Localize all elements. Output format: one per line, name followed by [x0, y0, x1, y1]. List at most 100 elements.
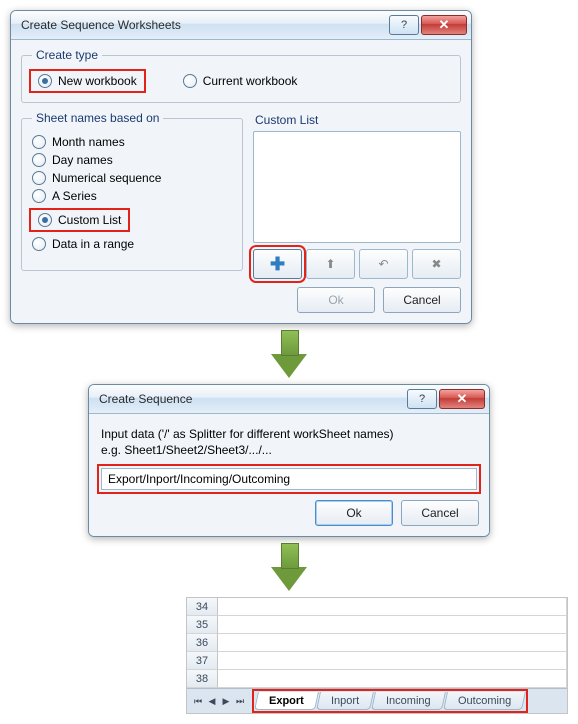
undo-icon: ↶ — [378, 257, 388, 271]
sheet-tab-label: Incoming — [386, 695, 431, 707]
spreadsheet-row: 35 — [187, 616, 567, 634]
radio-dot — [32, 135, 46, 149]
nav-last-button[interactable]: ⏭ — [233, 694, 247, 708]
sheet-tab-label: Export — [269, 695, 304, 707]
radio-current-workbook[interactable]: Current workbook — [183, 72, 298, 90]
instruction-text: Input data ('/' as Splitter for differen… — [101, 426, 477, 458]
nav-next-button[interactable]: ▶ — [219, 694, 233, 708]
delete-button[interactable]: ✖ — [412, 249, 461, 279]
radio-label: A Series — [52, 189, 97, 203]
sequence-input[interactable] — [101, 468, 477, 490]
radio-numerical-sequence[interactable]: Numerical sequence — [32, 171, 232, 185]
radio-label: Month names — [52, 135, 125, 149]
radio-dot — [32, 153, 46, 167]
sheet-tab[interactable]: Incoming — [371, 692, 445, 710]
sheet-tabs-highlight: Export Inport Incoming Outcoming — [254, 691, 526, 711]
ok-button[interactable]: Ok — [297, 287, 375, 313]
radio-day-names[interactable]: Day names — [32, 153, 232, 167]
nav-prev-button[interactable]: ◀ — [205, 694, 219, 708]
radio-dot — [32, 171, 46, 185]
titlebar[interactable]: Create Sequence Worksheets ? ✕ — [11, 11, 471, 40]
sheet-nav-buttons: ⏮ ◀ ▶ ⏭ — [191, 694, 247, 708]
radio-label: Custom List — [58, 213, 121, 227]
cell[interactable] — [218, 598, 567, 616]
spreadsheet-row: 38 — [187, 670, 567, 688]
button-label: Ok — [328, 293, 343, 307]
move-up-button[interactable]: ⬆ — [306, 249, 355, 279]
dialog-title: Create Sequence Worksheets — [21, 18, 387, 32]
radio-data-in-range[interactable]: Data in a range — [32, 237, 232, 251]
create-sequence-dialog: Create Sequence ? ✕ Input data ('/' as S… — [88, 384, 490, 537]
radio-dot — [32, 189, 46, 203]
button-label: Ok — [346, 506, 361, 520]
spreadsheet-rows: 3435363738 — [187, 598, 567, 688]
custom-list-legend: Custom List — [255, 113, 461, 127]
close-icon: ✕ — [439, 17, 450, 33]
spreadsheet-view: 3435363738 ⏮ ◀ ▶ ⏭ Export Inport Incoming O… — [186, 597, 568, 714]
radio-label: Data in a range — [52, 237, 134, 251]
instruction-line-2: e.g. Sheet1/Sheet2/Sheet3/.../... — [101, 443, 272, 457]
row-number[interactable]: 38 — [187, 670, 218, 688]
row-number[interactable]: 37 — [187, 652, 218, 670]
row-number[interactable]: 34 — [187, 598, 218, 616]
row-number[interactable]: 35 — [187, 616, 218, 634]
arrow-down-icon — [271, 354, 307, 378]
button-label: Cancel — [403, 293, 440, 307]
cancel-button[interactable]: Cancel — [383, 287, 461, 313]
sheet-tab-label: Outcoming — [458, 695, 511, 707]
radio-dot — [32, 237, 46, 251]
dialog-footer: Ok Cancel — [99, 500, 479, 526]
create-sequence-worksheets-dialog: Create Sequence Worksheets ? ✕ Create ty… — [10, 10, 472, 324]
radio-label: Day names — [52, 153, 113, 167]
cell[interactable] — [218, 616, 567, 634]
sheet-tab[interactable]: Outcoming — [443, 692, 526, 710]
undo-button[interactable]: ↶ — [359, 249, 408, 279]
flow-arrow-1 — [10, 330, 568, 378]
cancel-button[interactable]: Cancel — [401, 500, 479, 526]
button-label: Cancel — [421, 506, 458, 520]
close-button[interactable]: ✕ — [439, 389, 485, 409]
titlebar[interactable]: Create Sequence ? ✕ — [89, 385, 489, 414]
sheet-tab-strip: ⏮ ◀ ▶ ⏭ Export Inport Incoming Outcoming — [187, 688, 567, 713]
help-button[interactable]: ? — [389, 15, 419, 35]
radio-label: New workbook — [58, 74, 137, 88]
cell[interactable] — [218, 652, 567, 670]
radio-dot — [183, 74, 197, 88]
sheet-names-group: Sheet names based on Month names Day nam… — [21, 111, 243, 271]
spreadsheet-row: 34 — [187, 598, 567, 616]
add-button[interactable]: ✚ — [253, 249, 302, 279]
custom-list-panel: Custom List ✚ ⬆ ↶ ✖ — [253, 111, 461, 279]
spreadsheet-row: 37 — [187, 652, 567, 670]
radio-a-series[interactable]: A Series — [32, 189, 232, 203]
dialog-footer: Ok Cancel — [21, 287, 461, 313]
radio-label: Current workbook — [203, 74, 298, 88]
radio-new-workbook[interactable]: New workbook — [32, 72, 143, 90]
radio-month-names[interactable]: Month names — [32, 135, 232, 149]
create-type-legend: Create type — [32, 48, 102, 62]
arrow-up-icon: ⬆ — [325, 257, 335, 271]
sheet-names-legend: Sheet names based on — [32, 111, 163, 125]
help-button[interactable]: ? — [407, 389, 437, 409]
radio-dot — [38, 213, 52, 227]
instruction-line-1: Input data ('/' as Splitter for differen… — [101, 427, 394, 441]
nav-first-button[interactable]: ⏮ — [191, 694, 205, 708]
close-icon: ✕ — [457, 391, 468, 407]
flow-arrow-2 — [10, 543, 568, 591]
dialog-title: Create Sequence — [99, 392, 405, 406]
ok-button[interactable]: Ok — [315, 500, 393, 526]
create-type-group: Create type New workbook Current workboo… — [21, 48, 461, 103]
spreadsheet-row: 36 — [187, 634, 567, 652]
plus-icon: ✚ — [270, 255, 285, 273]
custom-list-toolbar: ✚ ⬆ ↶ ✖ — [253, 249, 461, 279]
arrow-down-icon — [271, 567, 307, 591]
row-number[interactable]: 36 — [187, 634, 218, 652]
input-highlight — [99, 466, 479, 492]
radio-label: Numerical sequence — [52, 171, 161, 185]
radio-custom-list[interactable]: Custom List — [32, 211, 127, 229]
sheet-tab[interactable]: Export — [254, 692, 319, 710]
custom-list-box[interactable] — [253, 131, 461, 243]
cell[interactable] — [218, 634, 567, 652]
sheet-tab[interactable]: Inport — [316, 692, 374, 710]
close-button[interactable]: ✕ — [421, 15, 467, 35]
cell[interactable] — [218, 670, 567, 688]
